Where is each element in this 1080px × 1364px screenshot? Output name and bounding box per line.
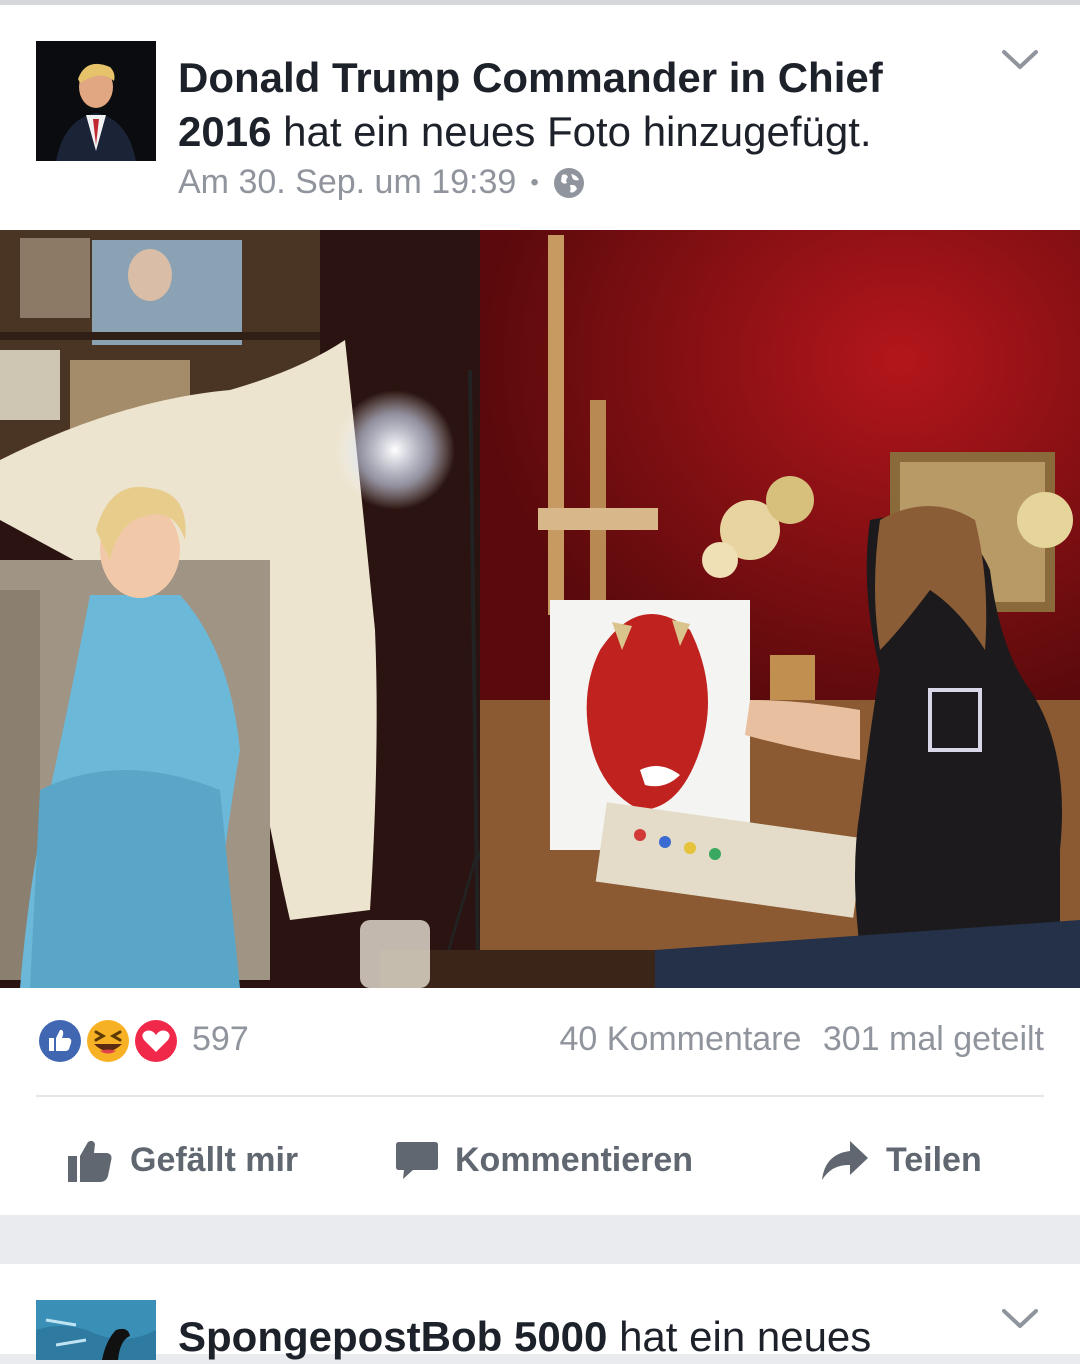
- post-header: SpongepostBob 5000 hat ein neues: [178, 1310, 871, 1364]
- like-reaction-icon: [36, 1017, 84, 1065]
- post-meta: Am 30. Sep. um 19:39 •: [178, 163, 585, 202]
- post-actions: Gefällt mir Kommentieren Teilen: [0, 1125, 1080, 1195]
- post-action-text: hat ein neues: [619, 1313, 872, 1360]
- comment-bubble-icon: [396, 1142, 438, 1179]
- thumbs-up-icon: [68, 1140, 112, 1182]
- chevron-down-icon[interactable]: [1000, 1306, 1040, 1332]
- globe-icon: [553, 167, 584, 198]
- love-reaction-icon: [132, 1017, 180, 1065]
- reaction-count[interactable]: 597: [192, 1020, 249, 1059]
- comment-button[interactable]: Kommentieren: [395, 1125, 693, 1195]
- comments-count-link[interactable]: 40 Kommentare: [560, 1020, 802, 1058]
- share-button[interactable]: Teilen: [820, 1125, 982, 1195]
- shares-count-link[interactable]: 301 mal geteilt: [823, 1020, 1044, 1058]
- engagement-stats: 40 Kommentare 301 mal geteilt: [560, 1020, 1045, 1059]
- post-timestamp[interactable]: Am 30. Sep. um 19:39: [178, 163, 516, 202]
- post-author-link[interactable]: SpongepostBob 5000: [178, 1313, 607, 1360]
- haha-reaction-icon: [84, 1017, 132, 1065]
- like-button[interactable]: Gefällt mir: [66, 1125, 298, 1195]
- feed-post: SpongepostBob 5000 hat ein neues: [0, 1264, 1080, 1360]
- share-label: Teilen: [886, 1140, 982, 1179]
- reaction-icons: [36, 1017, 180, 1065]
- post-header: Donald Trump Commander in Chief 2016 hat…: [178, 51, 958, 159]
- divider: [36, 1095, 1044, 1097]
- page-avatar[interactable]: [36, 41, 156, 161]
- page-avatar[interactable]: [36, 1300, 156, 1360]
- reaction-summary[interactable]: 597 40 Kommentare 301 mal geteilt: [36, 1016, 1044, 1066]
- post-photo[interactable]: [0, 230, 1080, 988]
- feed-post: Donald Trump Commander in Chief 2016 hat…: [0, 5, 1080, 1215]
- meta-separator: •: [530, 168, 539, 196]
- comment-label: Kommentieren: [455, 1140, 694, 1179]
- share-arrow-icon: [822, 1141, 868, 1180]
- chevron-down-icon[interactable]: [1000, 47, 1040, 73]
- post-action-text: hat ein neues Foto hinzugefügt.: [283, 108, 872, 155]
- like-label: Gefällt mir: [130, 1140, 299, 1179]
